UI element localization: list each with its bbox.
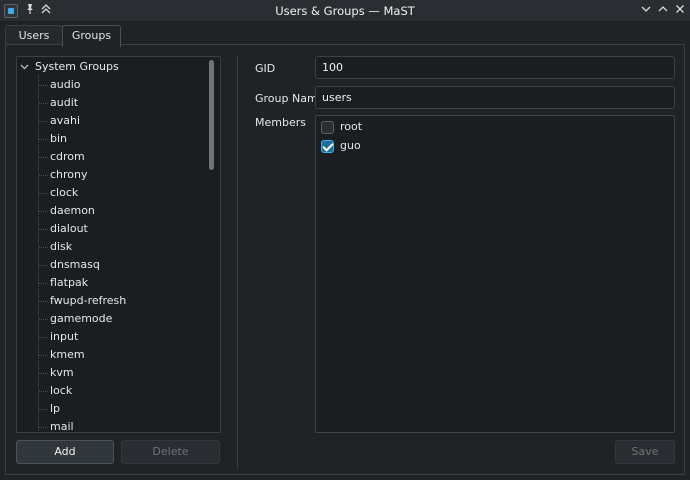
chevron-down-icon[interactable] [20, 58, 32, 76]
window-titlebar[interactable]: Users & Groups — MaST [0, 0, 690, 22]
tab-bar: Users Groups [0, 22, 690, 47]
tree-item[interactable]: input [50, 328, 210, 346]
tree-guide-branch [39, 355, 48, 356]
gid-label: GID [255, 62, 276, 75]
tree-item[interactable]: daemon [50, 202, 210, 220]
members-label: Members [255, 116, 306, 129]
tree-guide-branch [39, 103, 48, 104]
tree-item[interactable]: audit [50, 94, 210, 112]
tab-users[interactable]: Users [5, 25, 63, 46]
tree-guide-branch [39, 409, 48, 410]
tree-item[interactable]: fwupd-refresh [50, 292, 210, 310]
tree-item[interactable]: dialout [50, 220, 210, 238]
tree-guide-branch [39, 283, 48, 284]
tree-guide-branch [39, 265, 48, 266]
tree-item[interactable]: cdrom [50, 148, 210, 166]
delete-button[interactable]: Delete [121, 440, 220, 464]
group-tree[interactable]: System Groups audio audit avahi bin cdrom chr… [16, 56, 221, 433]
member-root-checkbox[interactable] [321, 121, 334, 134]
tree-guide-branch [39, 139, 48, 140]
member-guo-label: guo [340, 139, 361, 152]
tree-item[interactable]: kvm [50, 364, 210, 382]
close-icon[interactable] [672, 3, 688, 19]
tree-guide-branch [39, 391, 48, 392]
tree-root-label: System Groups [35, 60, 119, 73]
window-title: Users & Groups — MaST [275, 4, 415, 18]
tree-item[interactable]: lp [50, 400, 210, 418]
tree-guide-branch [39, 211, 48, 212]
maximize-icon[interactable] [655, 3, 671, 19]
group-name-field[interactable]: users [315, 86, 675, 109]
tree-item[interactable]: audio [50, 76, 210, 94]
member-root[interactable]: root [321, 118, 521, 136]
tree-item[interactable]: lock [50, 382, 210, 400]
tree-guide-branch [39, 229, 48, 230]
tab-groups[interactable]: Groups [62, 25, 121, 47]
minimize-icon[interactable] [638, 3, 654, 19]
tree-guide-branch [39, 373, 48, 374]
tree-guide-line [38, 75, 39, 432]
tree-item[interactable]: clock [50, 184, 210, 202]
add-button[interactable]: Add [16, 440, 114, 464]
tree-guide-branch [39, 319, 48, 320]
tree-guide-branch [39, 427, 48, 428]
member-root-label: root [340, 120, 363, 133]
tree-item[interactable]: bin [50, 130, 210, 148]
tree-guide-branch [39, 337, 48, 338]
gid-field[interactable]: 100 [315, 56, 675, 79]
tree-item[interactable]: chrony [50, 166, 210, 184]
tree-guide-branch [39, 157, 48, 158]
tree-guide-branch [39, 85, 48, 86]
tree-item[interactable]: gamemode [50, 310, 210, 328]
tree-item[interactable]: avahi [50, 112, 210, 130]
members-list[interactable]: root guo [315, 115, 675, 433]
tree-guide-branch [39, 121, 48, 122]
tree-item[interactable]: dnsmasq [50, 256, 210, 274]
tree-item[interactable]: disk [50, 238, 210, 256]
tree-root-system-groups[interactable]: System Groups [17, 58, 207, 76]
tree-scrollbar-thumb[interactable] [209, 60, 214, 170]
tree-guide-branch [39, 247, 48, 248]
member-guo-checkbox[interactable] [321, 140, 334, 153]
save-button[interactable]: Save [615, 440, 675, 464]
tree-item[interactable]: kmem [50, 346, 210, 364]
member-guo[interactable]: guo [321, 137, 521, 155]
tree-guide-branch [39, 301, 48, 302]
tree-item[interactable]: flatpak [50, 274, 210, 292]
tree-guide-branch [39, 193, 48, 194]
tree-guide-branch [39, 175, 48, 176]
panel-divider [237, 56, 238, 469]
tree-item[interactable]: mail [50, 418, 210, 432]
